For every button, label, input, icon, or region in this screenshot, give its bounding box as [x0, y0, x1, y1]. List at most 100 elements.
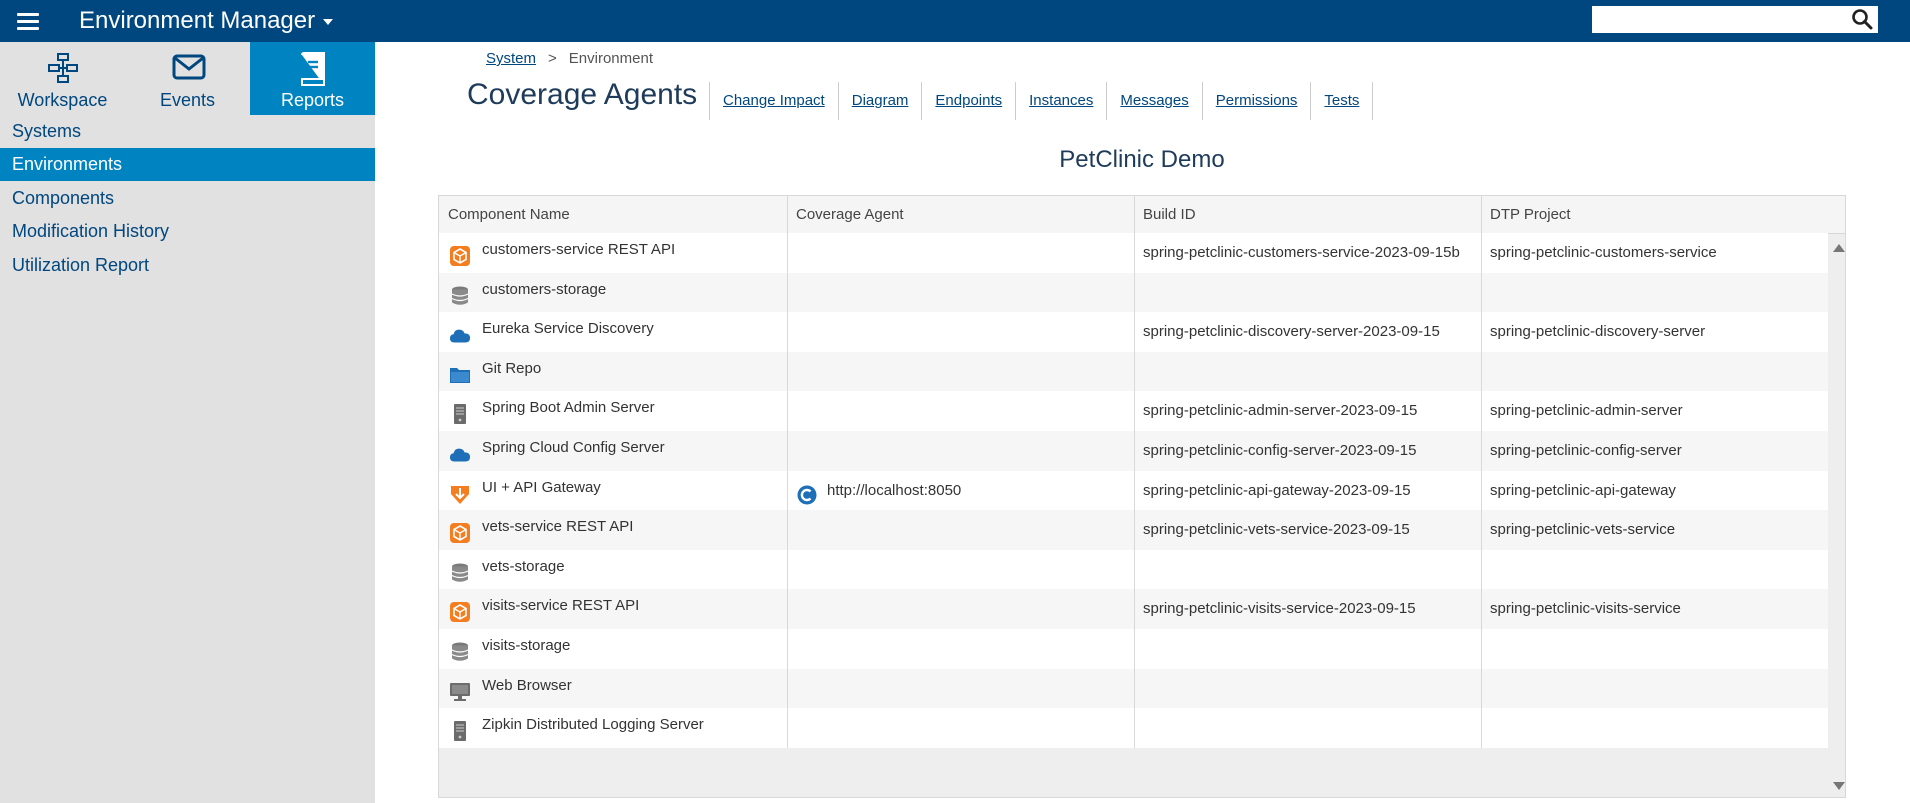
app-title-dropdown[interactable]: Environment Manager [79, 7, 334, 35]
cell-dtp-project [1481, 669, 1828, 709]
page-title: Coverage Agents [467, 78, 698, 111]
cell-coverage-agent [787, 510, 1134, 550]
column-header-component-name[interactable]: Component Name [439, 196, 787, 233]
cell-component-name: Spring Boot Admin Server [439, 391, 787, 431]
envelope-icon [172, 54, 206, 80]
component-name: visits-storage [482, 637, 571, 654]
cell-component-name: Web Browser [439, 669, 787, 709]
column-divider [787, 196, 788, 748]
component-name: visits-service REST API [482, 597, 640, 615]
cloud-icon [449, 441, 471, 463]
cloud-icon [449, 322, 471, 344]
cell-component-name: visits-storage [439, 629, 787, 669]
cell-build-id: spring-petclinic-api-gateway-2023-09-15 [1143, 481, 1411, 499]
cell-build-id [1134, 708, 1481, 748]
tab-messages[interactable]: Messages [1106, 82, 1201, 120]
cell-coverage-agent [787, 589, 1134, 629]
cell-coverage-agent [787, 431, 1134, 471]
cell-dtp-project: spring-petclinic-discovery-server [1490, 323, 1706, 341]
book-icon [300, 52, 325, 86]
tab-workspace[interactable]: Workspace [0, 42, 125, 115]
column-header-build-id[interactable]: Build ID [1134, 196, 1481, 233]
cell-component-name: customers-service REST API [439, 233, 787, 273]
cell-coverage-agent [787, 352, 1134, 392]
search-input[interactable] [1592, 6, 1878, 33]
cell-coverage-agent [787, 550, 1134, 590]
component-name: Web Browser [482, 676, 572, 694]
api-cube-icon [449, 520, 471, 544]
cell-dtp-project: spring-petclinic-api-gateway [1490, 481, 1676, 499]
cell-dtp-project: spring-petclinic-admin-server [1490, 402, 1683, 420]
cell-coverage-agent [787, 629, 1134, 669]
scroll-down-arrow-icon[interactable] [1833, 782, 1845, 790]
component-name: Spring Boot Admin Server [482, 399, 655, 417]
gateway-icon [449, 481, 471, 504]
cell-build-id: spring-petclinic-config-server-2023-09-1… [1143, 442, 1417, 459]
tab-diagram[interactable]: Diagram [837, 82, 922, 120]
cell-component-name: Spring Cloud Config Server [439, 431, 787, 471]
cell-dtp-project [1481, 550, 1828, 590]
cell-build-id [1134, 352, 1481, 392]
cell-dtp-project: spring-petclinic-config-server [1490, 442, 1682, 459]
sidebar-item-modification-history[interactable]: Modification History [0, 215, 375, 248]
workspace-diagram-icon [48, 53, 78, 83]
component-name: Git Repo [482, 359, 542, 377]
cell-dtp-project [1481, 273, 1828, 313]
cell-component-name: Git Repo [439, 352, 787, 392]
cell-dtp-project [1481, 629, 1828, 669]
search-icon[interactable] [1851, 8, 1873, 30]
tab-reports[interactable]: Reports [250, 42, 375, 115]
cell-dtp-project: spring-petclinic-vets-service [1490, 521, 1676, 539]
cell-component-name: vets-service REST API [439, 510, 787, 550]
column-header-dtp-project[interactable]: DTP Project [1481, 196, 1845, 233]
cell-coverage-agent [787, 391, 1134, 431]
table-header: Component Name Coverage Agent Build ID D… [439, 196, 1845, 234]
breadcrumb: System > Environment [486, 50, 653, 67]
tab-endpoints[interactable]: Endpoints [921, 82, 1015, 120]
tab-permissions[interactable]: Permissions [1201, 82, 1311, 120]
tab-change-impact[interactable]: Change Impact [709, 82, 838, 120]
tab-reports-label: Reports [280, 90, 345, 110]
coverage-agent-icon [797, 481, 817, 505]
top-bar: Environment Manager [0, 0, 1910, 42]
cell-component-name: Zipkin Distributed Logging Server [439, 708, 787, 748]
cell-build-id: spring-petclinic-discovery-server-2023-0… [1143, 323, 1440, 341]
cell-coverage-agent [787, 708, 1134, 748]
cell-build-id: spring-petclinic-customers-service-2023-… [1143, 244, 1460, 261]
cell-component-name: customers-storage [439, 273, 787, 313]
app-title: Environment Manager [79, 7, 316, 34]
database-icon [449, 283, 471, 305]
database-icon [449, 639, 471, 661]
sidebar-item-components[interactable]: Components [0, 182, 375, 215]
sidebar-item-systems[interactable]: Systems [0, 115, 375, 148]
column-header-coverage-agent[interactable]: Coverage Agent [787, 196, 1134, 233]
api-cube-icon [449, 243, 471, 266]
tab-tests[interactable]: Tests [1310, 82, 1374, 120]
cell-component-name: Eureka Service Discovery [439, 312, 787, 352]
cell-build-id [1134, 273, 1481, 313]
scroll-up-arrow-icon[interactable] [1833, 244, 1845, 252]
sidebar-item-environments[interactable]: Environments [0, 148, 375, 181]
breadcrumb-system-link[interactable]: System [486, 50, 536, 67]
tab-instances[interactable]: Instances [1015, 82, 1106, 120]
monitor-icon [449, 679, 471, 701]
cell-coverage-agent [787, 273, 1134, 313]
cell-component-name: visits-service REST API [439, 589, 787, 629]
hamburger-menu-icon[interactable] [17, 10, 39, 32]
component-name: customers-storage [482, 280, 607, 298]
cell-dtp-project [1481, 352, 1828, 392]
column-divider [1481, 196, 1482, 748]
component-name: Eureka Service Discovery [482, 320, 654, 338]
server-icon [449, 718, 471, 742]
breadcrumb-current: Environment [568, 50, 653, 67]
subtabs: Change Impact Diagram Endpoints Instance… [709, 82, 1374, 120]
server-icon [449, 401, 471, 425]
component-name: vets-service REST API [482, 518, 634, 536]
breadcrumb-separator: > [548, 50, 557, 67]
cell-build-id: spring-petclinic-visits-service-2023-09-… [1143, 600, 1416, 618]
sidebar-item-utilization-report[interactable]: Utilization Report [0, 249, 375, 282]
component-name: vets-storage [482, 557, 565, 575]
cell-build-id: spring-petclinic-vets-service-2023-09-15 [1143, 521, 1410, 539]
sidebar: Workspace Events Reports Systems Environ… [0, 42, 375, 803]
tab-events[interactable]: Events [125, 42, 250, 115]
